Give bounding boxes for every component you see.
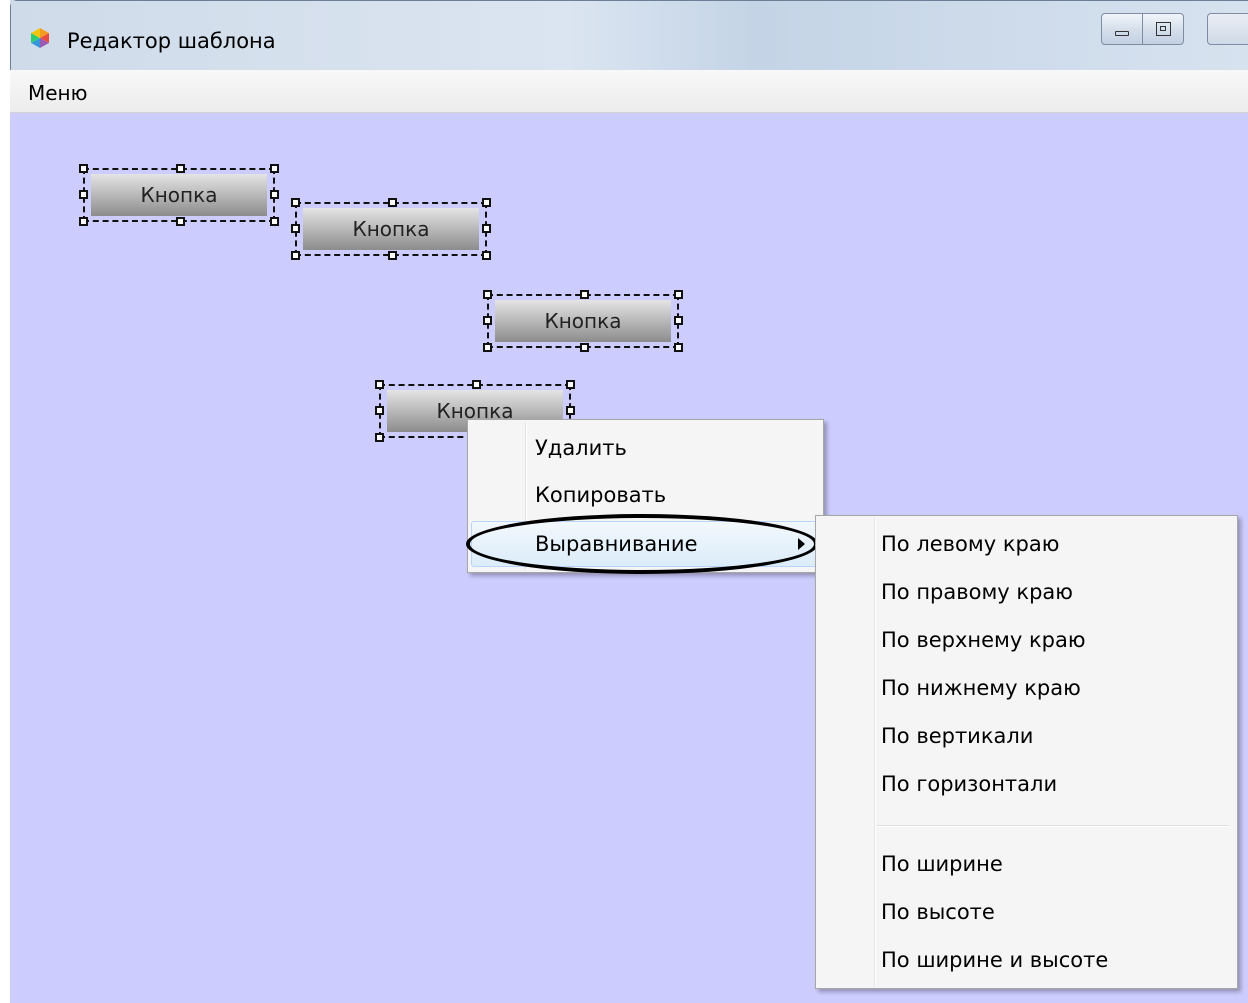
submenu-arrow-icon	[798, 538, 805, 550]
menu-item-label: По правому краю	[881, 580, 1073, 604]
button-face[interactable]: Кнопка	[91, 174, 267, 216]
button-face[interactable]: Кнопка	[495, 300, 671, 342]
menu-item-align-bottom[interactable]: По нижнему краю	[816, 666, 1237, 712]
menu-item-label: По верхнему краю	[881, 628, 1086, 652]
resize-handle[interactable]	[483, 316, 492, 325]
close-button[interactable]	[1207, 13, 1248, 45]
menu-item-label: По левому краю	[881, 532, 1060, 556]
app-logo-icon	[31, 28, 49, 48]
resize-handle[interactable]	[674, 343, 683, 352]
menu-item-label: По горизонтали	[881, 772, 1058, 796]
menu-item-align-vertical[interactable]: По вертикали	[816, 714, 1237, 760]
resize-handle[interactable]	[483, 343, 492, 352]
resize-handle[interactable]	[388, 198, 397, 207]
menu-item-align-top[interactable]: По верхнему краю	[816, 618, 1237, 664]
title-bar[interactable]: Редактор шаблона	[11, 1, 1248, 71]
resize-handle[interactable]	[674, 290, 683, 299]
menu-item-label: По вертикали	[881, 724, 1034, 748]
menu-separator	[876, 825, 1229, 827]
menu-item-delete[interactable]: Удалить	[468, 426, 823, 472]
menu-item-label: Удалить	[535, 436, 627, 460]
resize-handle[interactable]	[176, 217, 185, 226]
menu-item-copy[interactable]: Копировать	[468, 473, 823, 519]
menu-item-label: По ширине	[881, 852, 1003, 876]
menu-item-same-height[interactable]: По высоте	[816, 890, 1237, 936]
resize-handle[interactable]	[375, 380, 384, 389]
resize-handle[interactable]	[270, 217, 279, 226]
context-menu: Удалить Копировать Выравнивание	[467, 419, 824, 573]
minimize-button[interactable]	[1101, 13, 1143, 45]
resize-handle[interactable]	[580, 343, 589, 352]
selected-button-2[interactable]: Кнопка	[291, 198, 491, 260]
selected-button-1[interactable]: Кнопка	[79, 164, 279, 226]
restore-icon	[1156, 22, 1171, 36]
resize-handle[interactable]	[580, 290, 589, 299]
resize-handle[interactable]	[291, 251, 300, 260]
window-title: Редактор шаблона	[67, 29, 276, 53]
resize-handle[interactable]	[375, 433, 384, 442]
menu-item-align[interactable]: Выравнивание	[471, 521, 820, 567]
button-face[interactable]: Кнопка	[303, 208, 479, 250]
resize-handle[interactable]	[472, 380, 481, 389]
resize-handle[interactable]	[79, 190, 88, 199]
resize-handle[interactable]	[483, 290, 492, 299]
menu-item-main[interactable]: Меню	[28, 81, 87, 105]
menu-item-label: По нижнему краю	[881, 676, 1081, 700]
menu-bar: Меню	[10, 70, 1248, 113]
resize-handle[interactable]	[270, 190, 279, 199]
resize-handle[interactable]	[482, 224, 491, 233]
resize-handle[interactable]	[291, 198, 300, 207]
resize-handle[interactable]	[375, 406, 384, 415]
resize-handle[interactable]	[388, 251, 397, 260]
align-submenu: По левому краю По правому краю По верхне…	[815, 515, 1238, 989]
resize-handle[interactable]	[270, 164, 279, 173]
minimize-icon	[1115, 31, 1129, 36]
menu-item-align-right[interactable]: По правому краю	[816, 570, 1237, 616]
menu-item-same-width[interactable]: По ширине	[816, 842, 1237, 888]
resize-handle[interactable]	[482, 198, 491, 207]
menu-item-align-left[interactable]: По левому краю	[816, 522, 1237, 568]
menu-item-same-size[interactable]: По ширине и высоте	[816, 938, 1237, 984]
resize-handle[interactable]	[674, 316, 683, 325]
menu-item-align-horizontal[interactable]: По горизонтали	[816, 762, 1237, 808]
menu-item-label: Копировать	[535, 483, 667, 507]
menu-item-label: По ширине и высоте	[881, 948, 1109, 972]
resize-handle[interactable]	[291, 224, 300, 233]
resize-handle[interactable]	[482, 251, 491, 260]
menu-item-label: Выравнивание	[535, 532, 698, 556]
resize-handle[interactable]	[176, 164, 185, 173]
menu-item-label: По высоте	[881, 900, 995, 924]
selected-button-3[interactable]: Кнопка	[483, 290, 683, 352]
resize-handle[interactable]	[566, 406, 575, 415]
resize-handle[interactable]	[79, 164, 88, 173]
resize-handle[interactable]	[566, 380, 575, 389]
maximize-button[interactable]	[1142, 13, 1184, 45]
resize-handle[interactable]	[79, 217, 88, 226]
